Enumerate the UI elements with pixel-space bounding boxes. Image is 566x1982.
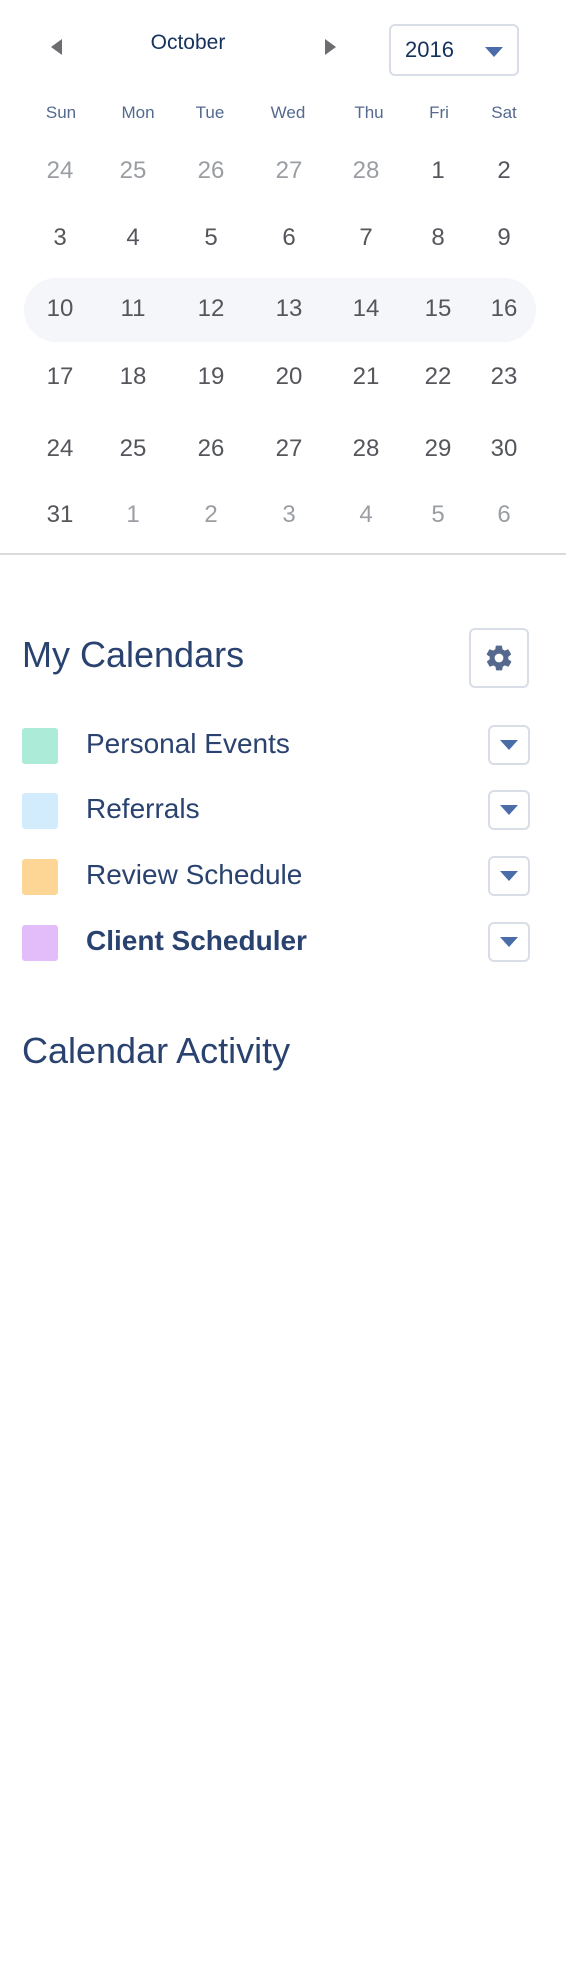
day-cell[interactable]: 6 [259,224,319,252]
day-cell[interactable]: 25 [103,157,163,185]
day-cell[interactable]: 28 [336,435,396,463]
day-cell[interactable]: 2 [181,501,241,529]
day-cell[interactable]: 22 [408,363,468,391]
calendar-activity-title: Calendar Activity [22,1030,291,1071]
day-cell[interactable]: 14 [336,295,396,323]
calendar-item-personal-events[interactable]: Personal Events [0,720,566,770]
divider [0,553,566,555]
day-cell[interactable]: 30 [474,435,534,463]
weekday-sun: Sun [45,103,77,122]
weekday-wed: Wed [270,103,306,122]
chevron-down-icon [500,871,518,881]
calendar-item-review-schedule[interactable]: Review Schedule [0,851,566,901]
weekday-fri: Fri [429,103,449,122]
chevron-down-icon [500,740,518,750]
calendar-item-referrals[interactable]: Referrals [0,785,566,835]
weekday-thu: Thu [354,103,384,122]
weekday-sat: Sat [491,103,517,122]
day-cell[interactable]: 18 [103,363,163,391]
day-cell[interactable]: 13 [259,295,319,323]
day-cell[interactable]: 12 [181,295,241,323]
day-cell[interactable]: 9 [474,224,534,252]
day-cell[interactable]: 5 [181,224,241,252]
day-cell[interactable]: 21 [336,363,396,391]
calendar-item-label: Client Scheduler [86,925,307,956]
day-cell[interactable]: 11 [103,295,163,323]
day-cell[interactable]: 1 [408,157,468,185]
weekday-tue: Tue [195,103,225,122]
calendar-item-menu-button[interactable] [488,790,530,830]
calendar-item-client-scheduler[interactable]: Client Scheduler [0,917,566,967]
day-cell[interactable]: 4 [336,501,396,529]
day-cell[interactable]: 16 [474,295,534,323]
chevron-right-icon [324,39,336,55]
day-cell[interactable]: 27 [259,435,319,463]
day-cell[interactable]: 24 [30,435,90,463]
calendar-color-swatch [22,793,58,829]
year-value: 2016 [405,37,454,62]
day-cell[interactable]: 15 [408,295,468,323]
day-cell[interactable]: 1 [103,501,163,529]
chevron-left-icon [50,39,62,55]
day-cell[interactable]: 8 [408,224,468,252]
calendar-item-menu-button[interactable] [488,922,530,962]
day-cell[interactable]: 2 [474,157,534,185]
calendar-item-label: Personal Events [86,728,290,759]
calendar-item-menu-button[interactable] [488,725,530,765]
day-cell[interactable]: 31 [30,501,90,529]
calendar-item-label: Referrals [86,793,200,824]
day-cell[interactable]: 4 [103,224,163,252]
calendar-settings-button[interactable] [469,628,529,688]
day-cell[interactable]: 3 [30,224,90,252]
calendar-color-swatch [22,728,58,764]
day-cell[interactable]: 20 [259,363,319,391]
day-cell[interactable]: 24 [30,157,90,185]
calendar-item-menu-button[interactable] [488,856,530,896]
day-cell[interactable]: 7 [336,224,396,252]
year-select[interactable]: 2016 [389,24,519,76]
day-cell[interactable]: 26 [181,435,241,463]
chevron-down-icon [500,937,518,947]
weekday-mon: Mon [121,103,155,122]
calendar-color-swatch [22,859,58,895]
day-cell[interactable]: 26 [181,157,241,185]
day-cell[interactable]: 25 [103,435,163,463]
gear-icon [486,645,512,671]
day-cell[interactable]: 10 [30,295,90,323]
day-cell[interactable]: 28 [336,157,396,185]
chevron-down-icon [500,805,518,815]
previous-month-button[interactable] [41,32,71,62]
day-cell[interactable]: 29 [408,435,468,463]
day-cell[interactable]: 19 [181,363,241,391]
calendar-color-swatch [22,925,58,961]
day-cell[interactable]: 6 [474,501,534,529]
day-cell[interactable]: 5 [408,501,468,529]
day-cell[interactable]: 23 [474,363,534,391]
day-cell[interactable]: 27 [259,157,319,185]
chevron-down-icon [485,46,503,57]
my-calendars-title: My Calendars [22,634,245,675]
month-label: October [150,31,226,54]
day-cell[interactable]: 3 [259,501,319,529]
calendar-item-label: Review Schedule [86,859,303,890]
day-cell[interactable]: 17 [30,363,90,391]
next-month-button[interactable] [315,32,345,62]
